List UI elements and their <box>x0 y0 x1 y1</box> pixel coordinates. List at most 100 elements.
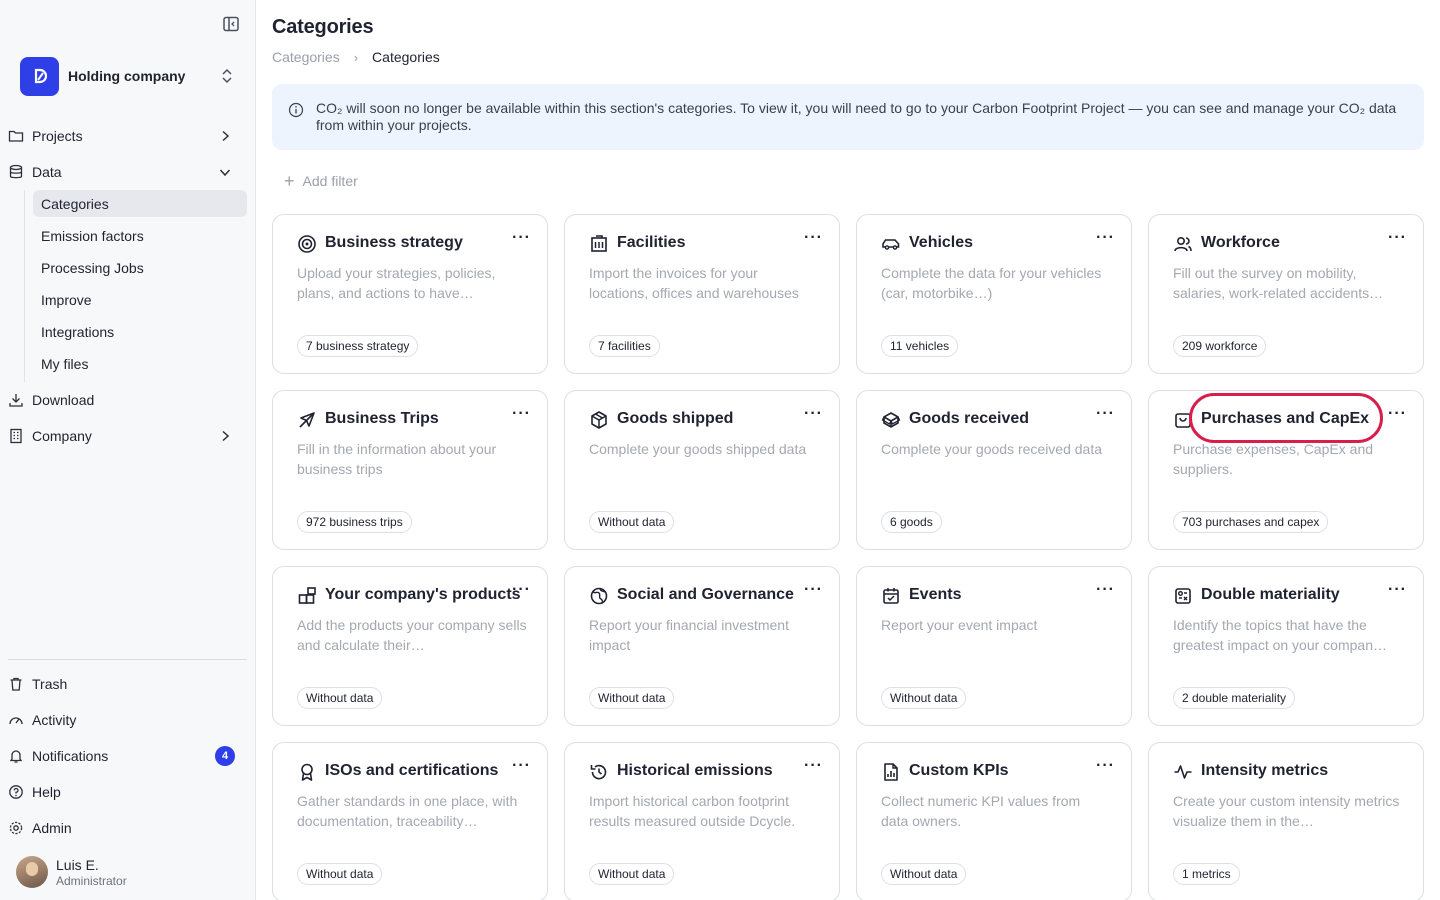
category-card[interactable]: Workforce ··· Fill out the survey on mobil… <box>1148 214 1424 374</box>
more-options-icon[interactable]: ··· <box>1096 581 1115 599</box>
card-description: Fill in the information about your busin… <box>297 441 497 477</box>
help-circle-icon <box>8 784 24 800</box>
nav-company[interactable]: Company <box>8 423 240 449</box>
nav-company-label: Company <box>32 428 92 444</box>
trash-icon <box>8 676 24 692</box>
package-icon <box>589 410 609 430</box>
card-count-badge: Without data <box>589 687 675 709</box>
org-switcher[interactable]: Holding company <box>20 56 240 96</box>
category-card[interactable]: Intensity metrics Create your custom inte… <box>1148 742 1424 900</box>
card-title: Your company's products <box>325 586 521 603</box>
sidebar-item-categories[interactable]: Categories <box>33 190 247 217</box>
card-title: Business strategy <box>325 234 463 251</box>
globe-icon <box>589 586 609 606</box>
box-open-icon <box>881 410 901 430</box>
nav-help[interactable]: Help <box>8 779 240 805</box>
more-options-icon[interactable]: ··· <box>512 229 531 247</box>
more-options-icon[interactable]: ··· <box>512 757 531 775</box>
category-card[interactable]: Business strategy ··· Upload your strategi… <box>272 214 548 374</box>
more-options-icon[interactable]: ··· <box>1096 229 1115 247</box>
org-logo <box>20 56 59 96</box>
more-options-icon[interactable]: ··· <box>804 229 823 247</box>
card-count-badge: 2 double materiality <box>1173 687 1296 709</box>
sidebar-item-processing-jobs[interactable]: Processing Jobs <box>33 254 247 281</box>
more-options-icon[interactable]: ··· <box>804 757 823 775</box>
nav-projects[interactable]: Projects <box>8 123 240 149</box>
card-title: Custom KPIs <box>909 762 1009 779</box>
nav-notifications[interactable]: Notifications 4 <box>8 743 240 769</box>
more-options-icon[interactable]: ··· <box>1388 405 1407 423</box>
breadcrumb-separator-icon: › <box>353 49 359 65</box>
card-description: Identify the topics that have the greate… <box>1173 617 1387 653</box>
users-icon <box>1173 234 1193 254</box>
more-options-icon[interactable]: ··· <box>804 405 823 423</box>
breadcrumb: Categories › Categories <box>272 49 440 65</box>
card-description: Complete the data for your vehicles (car… <box>881 265 1102 301</box>
category-card[interactable]: Events ··· Report your event impact Without… <box>856 566 1132 726</box>
more-options-icon[interactable]: ··· <box>512 405 531 423</box>
card-count-badge: 7 facilities <box>589 335 660 357</box>
category-card[interactable]: Double materiality ··· Identify the topics… <box>1148 566 1424 726</box>
nav-download[interactable]: Download <box>8 387 240 413</box>
gauge-icon <box>8 712 24 728</box>
file-chart-icon <box>881 762 901 782</box>
card-description: Report your event impact <box>881 617 1038 633</box>
card-title: Facilities <box>617 234 686 251</box>
category-card[interactable]: Goods received ··· Complete your goods rec… <box>856 390 1132 550</box>
card-count-badge: Without data <box>297 687 383 709</box>
sidebar-collapse-icon[interactable] <box>222 16 240 32</box>
more-options-icon[interactable]: ··· <box>1388 229 1407 247</box>
card-count-badge: Without data <box>589 863 675 885</box>
nav-trash-label: Trash <box>32 676 68 692</box>
org-name: Holding company <box>68 68 186 84</box>
more-options-icon[interactable]: ··· <box>1096 757 1115 775</box>
chevron-right-icon <box>218 129 232 143</box>
info-banner: CO₂ will soon no longer be available wit… <box>272 84 1424 150</box>
user-profile[interactable]: Luis E. Administrator <box>16 856 127 888</box>
category-card[interactable]: Facilities ··· Import the invoices for you… <box>564 214 840 374</box>
nav-download-label: Download <box>32 392 95 408</box>
bell-icon <box>8 748 24 764</box>
sidebar-item-my-files[interactable]: My files <box>33 350 247 377</box>
more-options-icon[interactable]: ··· <box>1388 581 1407 599</box>
card-description: Upload your strategies, policies, plans,… <box>297 265 496 301</box>
more-options-icon[interactable]: ··· <box>512 581 531 599</box>
target-icon <box>297 234 317 254</box>
category-card[interactable]: Custom KPIs ··· Collect numeric KPI values… <box>856 742 1132 900</box>
sidebar-item-improve[interactable]: Improve <box>33 286 247 313</box>
card-description: Complete your goods received data <box>881 441 1103 457</box>
nav-activity[interactable]: Activity <box>8 707 240 733</box>
sidebar-item-emission-factors[interactable]: Emission factors <box>33 222 247 249</box>
card-count-badge: 703 purchases and capex <box>1173 511 1329 533</box>
nav-data-label: Data <box>32 164 62 180</box>
plus-icon: + <box>284 171 295 191</box>
nav-activity-label: Activity <box>32 712 77 728</box>
nav-admin-label: Admin <box>32 820 72 836</box>
add-filter-label: Add filter <box>302 173 358 189</box>
sidebar-item-integrations[interactable]: Integrations <box>33 318 247 345</box>
nav-help-label: Help <box>32 784 61 800</box>
history-icon <box>589 762 609 782</box>
nav-data[interactable]: Data <box>8 159 240 185</box>
more-options-icon[interactable]: ··· <box>1096 405 1115 423</box>
more-options-icon[interactable]: ··· <box>804 581 823 599</box>
add-filter-button[interactable]: + Add filter <box>284 172 358 190</box>
category-card[interactable]: Historical emissions ··· Import historical… <box>564 742 840 900</box>
card-title: Social and Governance <box>617 586 794 603</box>
highlight-annotation <box>1189 393 1383 443</box>
category-card[interactable]: ISOs and certifications ··· Gather standar… <box>272 742 548 900</box>
nav-trash[interactable]: Trash <box>8 671 240 697</box>
nav-admin[interactable]: Admin <box>8 815 240 841</box>
card-title: Goods shipped <box>617 410 734 427</box>
category-card[interactable]: Goods shipped ··· Complete your goods ship… <box>564 390 840 550</box>
category-card[interactable]: Business Trips ··· Fill in the information… <box>272 390 548 550</box>
avatar <box>16 856 48 888</box>
card-count-badge: 209 workforce <box>1173 335 1267 357</box>
card-count-badge: Without data <box>881 687 967 709</box>
category-card[interactable]: Vehicles ··· Complete the data for your ve… <box>856 214 1132 374</box>
breadcrumb-item[interactable]: Categories <box>272 49 340 65</box>
category-card[interactable]: Your company's products ··· Add the produc… <box>272 566 548 726</box>
database-icon <box>8 164 24 180</box>
category-card[interactable]: Social and Governance ··· Report your fina… <box>564 566 840 726</box>
card-title: Workforce <box>1201 234 1280 251</box>
